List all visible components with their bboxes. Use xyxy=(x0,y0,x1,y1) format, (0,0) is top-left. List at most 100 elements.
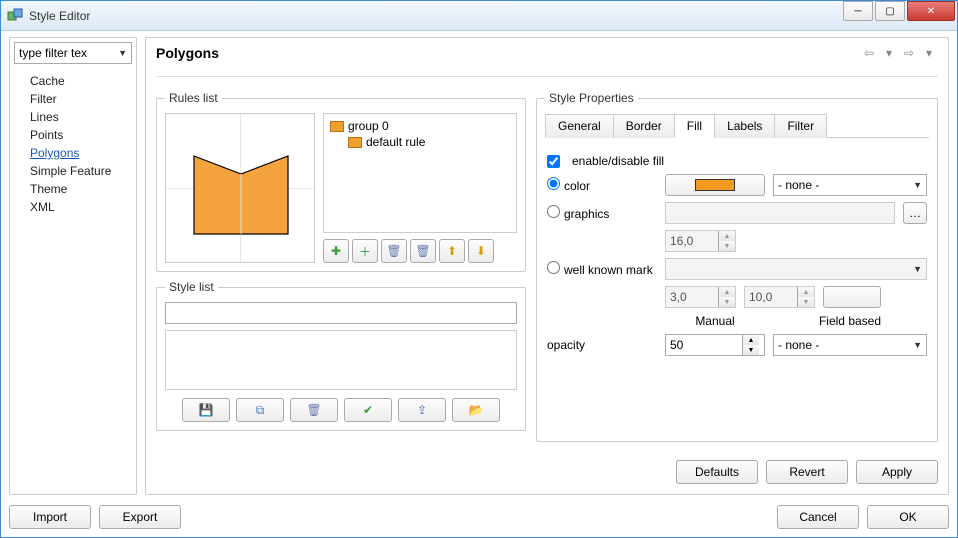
manual-header: Manual xyxy=(665,314,765,328)
nav-fwd-icon[interactable]: ⇨ xyxy=(900,44,918,62)
color-button[interactable] xyxy=(665,174,765,196)
enable-fill-label: enable/disable fill xyxy=(572,154,664,168)
arrow-up-icon: ⬆ xyxy=(447,244,457,258)
move-down-button[interactable]: ⬇ xyxy=(468,239,494,263)
tree-group-node[interactable]: group 0 xyxy=(330,118,510,134)
open-style-button[interactable]: 📂 xyxy=(452,398,500,422)
chevron-down-icon: ▼ xyxy=(913,340,922,350)
sidebar-item-simple-feature[interactable]: Simple Feature xyxy=(22,162,136,180)
copy-style-button[interactable]: ⧉ xyxy=(236,398,284,422)
spin-up-icon[interactable]: ▲ xyxy=(719,287,735,297)
page-title: Polygons xyxy=(156,45,860,61)
color-swatch xyxy=(695,179,735,191)
color-field-dropdown[interactable]: - none - ▼ xyxy=(773,174,927,196)
trash-multi-icon: 🗑 xyxy=(415,244,430,258)
filter-placeholder: type filter tex xyxy=(19,46,87,60)
wkm-label: well known mark xyxy=(564,263,653,277)
close-button[interactable]: ✕ xyxy=(907,1,955,21)
rules-list-group: Rules list xyxy=(156,91,526,272)
tree-rule-node[interactable]: default rule xyxy=(330,134,510,150)
cancel-button[interactable]: Cancel xyxy=(777,505,859,529)
color-field-value: - none - xyxy=(778,178,819,192)
graphics-label: graphics xyxy=(564,207,609,221)
tab-fill[interactable]: Fill xyxy=(674,114,715,138)
import-button[interactable]: Import xyxy=(9,505,91,529)
nav-back-icon[interactable]: ⇦ xyxy=(860,44,878,62)
graphics-path-input[interactable] xyxy=(665,202,895,224)
maximize-button[interactable]: ▢ xyxy=(875,1,905,21)
delete-button[interactable]: 🗑 xyxy=(381,239,407,263)
sidebar-item-lines[interactable]: Lines xyxy=(22,108,136,126)
wkm-stroke-value[interactable] xyxy=(745,287,797,307)
wkm-stroke-spinner[interactable]: ▲▼ xyxy=(744,286,815,308)
rules-tree[interactable]: group 0 default rule xyxy=(323,113,517,233)
spin-down-icon[interactable]: ▼ xyxy=(743,345,759,355)
tab-labels[interactable]: Labels xyxy=(714,114,775,138)
sidebar-item-cache[interactable]: Cache xyxy=(22,72,136,90)
chevron-down-icon: ▼ xyxy=(913,264,922,274)
trash-icon: 🗑 xyxy=(306,403,321,417)
sidebar-item-xml[interactable]: XML xyxy=(22,198,136,216)
wkm-radio[interactable] xyxy=(547,261,560,274)
ok-button[interactable]: OK xyxy=(867,505,949,529)
apply-button[interactable]: Apply xyxy=(856,460,938,484)
save-style-button[interactable]: 💾 xyxy=(182,398,230,422)
style-name-input[interactable] xyxy=(165,302,517,324)
wkm-color-button[interactable] xyxy=(823,286,881,308)
sidebar: type filter tex ▼ Cache Filter Lines Poi… xyxy=(9,37,137,495)
color-radio[interactable] xyxy=(547,177,560,190)
sidebar-item-filter[interactable]: Filter xyxy=(22,90,136,108)
add-group-button[interactable]: ✚ xyxy=(323,239,349,263)
style-list-legend: Style list xyxy=(165,280,218,294)
sidebar-item-points[interactable]: Points xyxy=(22,126,136,144)
graphics-browse-button[interactable]: … xyxy=(903,202,927,224)
defaults-button[interactable]: Defaults xyxy=(676,460,758,484)
spin-up-icon[interactable]: ▲ xyxy=(798,287,814,297)
add-rule-button[interactable]: ＋ xyxy=(352,239,378,263)
color-label: color xyxy=(564,179,590,193)
wkm-size-value[interactable] xyxy=(666,287,718,307)
sidebar-item-theme[interactable]: Theme xyxy=(22,180,136,198)
right-panel: Polygons ⇦ ▾ ⇨ ▾ Rules list xyxy=(145,37,949,495)
sidebar-item-polygons[interactable]: Polygons xyxy=(22,144,136,162)
spin-down-icon[interactable]: ▼ xyxy=(798,297,814,307)
filter-combo[interactable]: type filter tex ▼ xyxy=(14,42,132,64)
delete-all-button[interactable]: 🗑 xyxy=(410,239,436,263)
rule-preview xyxy=(165,113,315,263)
opacity-spinner[interactable]: ▲▼ xyxy=(665,334,765,356)
delete-style-button[interactable]: 🗑 xyxy=(290,398,338,422)
window-title: Style Editor xyxy=(29,9,843,23)
nav-back-menu-icon[interactable]: ▾ xyxy=(880,44,898,62)
graphics-radio[interactable] xyxy=(547,205,560,218)
field-header: Field based xyxy=(773,314,927,328)
tab-general[interactable]: General xyxy=(545,114,614,138)
opacity-field-dropdown[interactable]: - none - ▼ xyxy=(773,334,927,356)
wkm-size-spinner[interactable]: ▲▼ xyxy=(665,286,736,308)
spin-up-icon[interactable]: ▲ xyxy=(719,231,735,241)
spin-down-icon[interactable]: ▼ xyxy=(719,241,735,251)
rules-list-legend: Rules list xyxy=(165,91,222,105)
move-up-button[interactable]: ⬆ xyxy=(439,239,465,263)
nav-fwd-menu-icon[interactable]: ▾ xyxy=(920,44,938,62)
ellipsis-icon: … xyxy=(909,206,921,220)
spin-up-icon[interactable]: ▲ xyxy=(743,335,759,345)
spin-down-icon[interactable]: ▼ xyxy=(719,297,735,307)
style-properties-group: Style Properties General Border Fill Lab… xyxy=(536,91,938,442)
app-icon xyxy=(7,8,23,24)
wkm-dropdown[interactable]: ▼ xyxy=(665,258,927,280)
revert-button[interactable]: Revert xyxy=(766,460,848,484)
export-icon: ⇪ xyxy=(417,403,427,417)
opacity-value[interactable] xyxy=(666,335,742,355)
graphics-size-spinner[interactable]: ▲▼ xyxy=(665,230,736,252)
graphics-size-value[interactable] xyxy=(666,231,718,251)
minimize-button[interactable]: ─ xyxy=(843,1,873,21)
enable-fill-checkbox[interactable] xyxy=(547,155,560,168)
export-style-button[interactable]: ⇪ xyxy=(398,398,446,422)
tab-filter[interactable]: Filter xyxy=(774,114,827,138)
tab-border[interactable]: Border xyxy=(613,114,675,138)
export-button[interactable]: Export xyxy=(99,505,181,529)
style-list-group: Style list 💾 ⧉ 🗑 ✔ ⇪ 📂 xyxy=(156,280,526,431)
style-list-box[interactable] xyxy=(165,330,517,390)
tree-rule-label: default rule xyxy=(366,135,425,149)
apply-style-button[interactable]: ✔ xyxy=(344,398,392,422)
